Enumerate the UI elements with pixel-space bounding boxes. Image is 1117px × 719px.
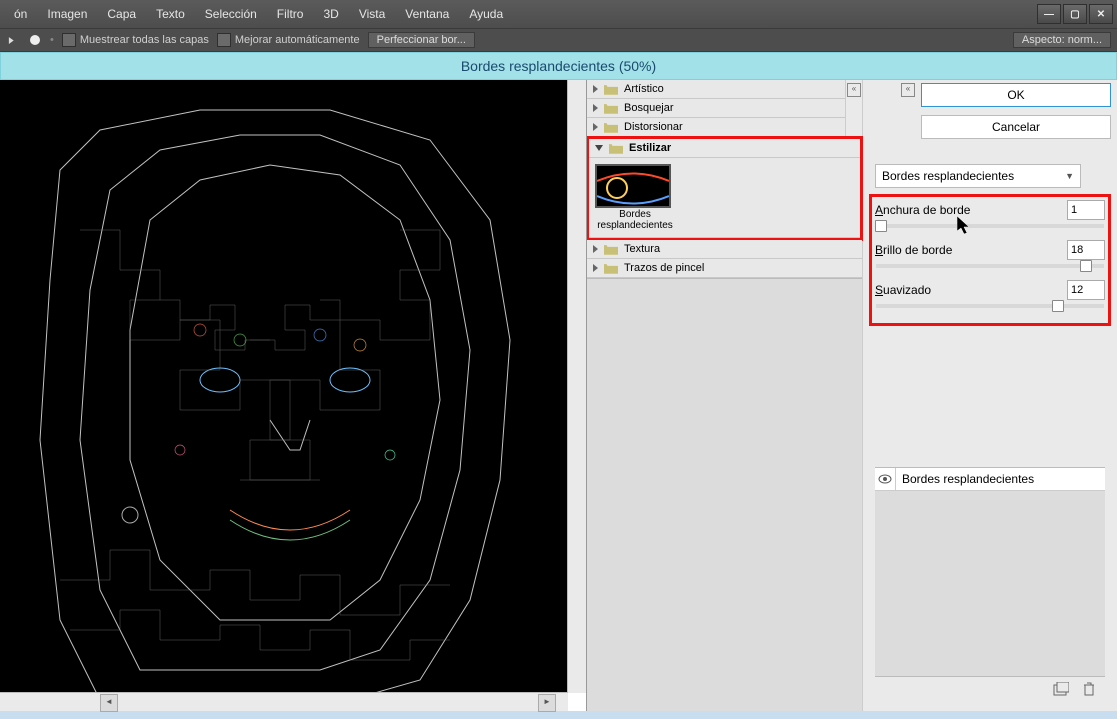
refine-edge-button[interactable]: Perfeccionar bor... [368, 32, 475, 48]
category-label: Textura [624, 243, 660, 255]
category-textura[interactable]: Textura [587, 240, 862, 259]
control-slider[interactable] [876, 224, 1104, 228]
control-anchura-de-borde: Anchura de borde 1 [875, 200, 1105, 220]
folder-icon [604, 103, 618, 114]
thumb-bordes-resplandecientes[interactable]: Bordes resplandecientes [595, 164, 675, 231]
menu-item[interactable]: Ayuda [459, 0, 513, 28]
menu-item[interactable]: Capa [97, 0, 146, 28]
control-slider[interactable] [876, 264, 1104, 268]
menubar: ón Imagen Capa Texto Selección Filtro 3D… [0, 0, 1117, 28]
control-suavizado: Suavizado 12 [875, 280, 1105, 300]
menu-item[interactable]: Filtro [267, 0, 314, 28]
category-bosquejar[interactable]: Bosquejar [587, 99, 845, 118]
folder-icon [604, 122, 618, 133]
control-value-input[interactable]: 1 [1067, 200, 1105, 220]
collapse-icon [595, 145, 603, 151]
preview-pane: ◄ ► [0, 80, 587, 711]
filter-select-label: Bordes resplandecientes [882, 169, 1014, 183]
menu-item[interactable]: ón [4, 0, 37, 28]
eye-icon [878, 474, 892, 484]
control-label: Anchura de borde [875, 203, 970, 217]
minimize-button[interactable]: — [1037, 4, 1061, 24]
category-distorsionar[interactable]: Distorsionar [587, 118, 845, 137]
visibility-toggle[interactable] [875, 468, 896, 490]
filter-settings: « OK Cancelar Bordes resplandecientes ▼ … [863, 80, 1117, 711]
control-label: Suavizado [875, 283, 931, 297]
collapse-categories-icon[interactable]: « [847, 83, 861, 97]
status-bar [0, 711, 1117, 719]
close-button[interactable]: ✕ [1089, 4, 1113, 24]
category-label: Trazos de pincel [624, 262, 704, 274]
new-layer-icon[interactable] [1053, 682, 1069, 696]
effect-layers: Bordes resplandecientes [875, 467, 1105, 701]
maximize-button[interactable]: ▢ [1063, 4, 1087, 24]
menu-item[interactable]: Imagen [37, 0, 97, 28]
chevron-down-icon: ▼ [1065, 171, 1074, 181]
category-trazos-pincel[interactable]: Trazos de pincel [587, 259, 862, 278]
scrollbar-horizontal[interactable]: ◄ ► [0, 692, 568, 711]
layer-row[interactable]: Bordes resplandecientes [875, 468, 1105, 491]
slider-handle[interactable] [1080, 260, 1092, 272]
expand-icon [593, 264, 598, 272]
filter-select[interactable]: Bordes resplandecientes ▼ [875, 164, 1081, 188]
filter-categories: Artístico Bosquejar Distorsionar « [587, 80, 863, 711]
menu-item[interactable]: Vista [349, 0, 395, 28]
category-label: Estilizar [629, 142, 671, 154]
category-estilizar[interactable]: Estilizar [589, 139, 860, 158]
auto-enhance-checkbox[interactable]: Mejorar automáticamente [217, 33, 360, 47]
folder-icon [604, 84, 618, 95]
control-value-input[interactable]: 18 [1067, 240, 1105, 260]
folder-icon [604, 263, 618, 274]
trash-icon[interactable] [1083, 682, 1095, 696]
scroll-left-icon[interactable]: ◄ [100, 694, 118, 712]
aspect-button[interactable]: Aspecto: norm... [1013, 32, 1111, 48]
control-label: Brillo de borde [875, 243, 952, 257]
expand-icon [593, 85, 598, 93]
filter-thumbnails: Bordes resplandecientes [589, 158, 860, 238]
control-slider[interactable] [876, 304, 1104, 308]
category-artistico[interactable]: Artístico [587, 80, 845, 99]
layer-list-empty [875, 491, 1105, 677]
preview-canvas[interactable] [0, 80, 568, 710]
layer-label: Bordes resplandecientes [896, 472, 1034, 486]
brush-icon [28, 33, 42, 47]
control-value-input[interactable]: 12 [1067, 280, 1105, 300]
sample-all-checkbox[interactable]: Muestrear todas las capas [62, 33, 209, 47]
folder-icon [604, 244, 618, 255]
menu-item[interactable]: Selección [195, 0, 267, 28]
expand-icon [593, 104, 598, 112]
thumb-label: Bordes resplandecientes [595, 209, 675, 231]
category-label: Bosquejar [624, 102, 674, 114]
menu-item[interactable]: 3D [313, 0, 348, 28]
ok-button[interactable]: OK [921, 83, 1111, 107]
slider-handle[interactable] [1052, 300, 1064, 312]
slider-handle[interactable] [875, 220, 887, 232]
menu-item[interactable]: Texto [146, 0, 195, 28]
category-label: Artístico [624, 83, 664, 95]
collapse-panel-icon[interactable]: « [901, 83, 915, 97]
category-label: Distorsionar [624, 121, 683, 133]
scrollbar-vertical[interactable] [567, 80, 586, 693]
scroll-right-icon[interactable]: ► [538, 694, 556, 712]
menu-item[interactable]: Ventana [395, 0, 459, 28]
folder-icon [609, 143, 623, 154]
control-brillo-de-borde: Brillo de borde 18 [875, 240, 1105, 260]
expand-icon [593, 245, 598, 253]
expand-icon [593, 123, 598, 131]
tool-icon [6, 35, 20, 46]
dialog-title: Bordes resplandecientes (50%) [0, 52, 1117, 80]
options-bar: • Muestrear todas las capas Mejorar auto… [0, 28, 1117, 52]
cancel-button[interactable]: Cancelar [921, 115, 1111, 139]
